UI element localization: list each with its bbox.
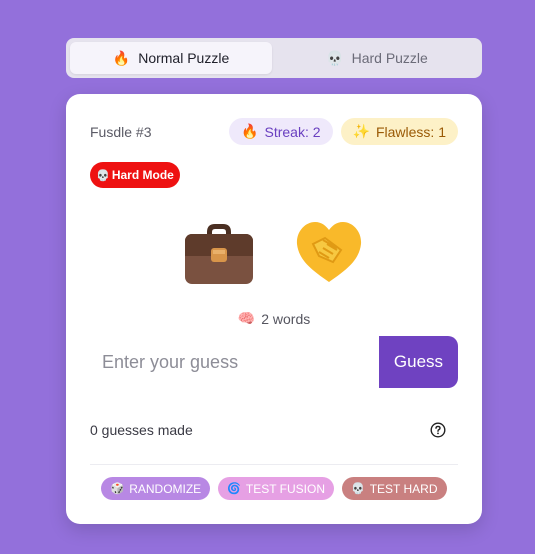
tab-label: Normal Puzzle [138, 50, 230, 66]
question-circle-icon[interactable] [430, 422, 446, 438]
brain-icon: 🧠 [237, 310, 256, 326]
skull-icon: 💀 [351, 483, 365, 495]
fire-icon: 🔥 [241, 123, 259, 139]
randomize-button[interactable]: 🎲 RANDOMIZE [101, 477, 211, 500]
puzzle-card: Fusdle #3 🔥 Streak: 2 ✨ Flawless: 1 💀 Ha… [66, 94, 482, 524]
test-fusion-label: TEST FUSION [245, 481, 326, 496]
word-count-hint: 🧠 2 words [66, 310, 482, 327]
test-fusion-button[interactable]: 🌀 TEST FUSION [218, 477, 335, 500]
guesses-made: 0 guesses made [90, 422, 193, 438]
randomize-label: RANDOMIZE [129, 481, 202, 496]
test-actions: 🎲 RANDOMIZE 🌀 TEST FUSION 💀 TEST HARD [66, 477, 482, 500]
cyclone-icon: 🌀 [227, 483, 241, 495]
skull-icon: 💀 [326, 50, 344, 66]
divider [90, 464, 458, 465]
dice-icon: 🎲 [110, 483, 125, 495]
emoji-clues [66, 218, 482, 286]
hint-label: 2 words [261, 310, 311, 327]
puzzle-mode-tabs: 🔥 Normal Puzzle 💀 Hard Puzzle [66, 38, 482, 78]
flawless-badge: ✨ Flawless: 1 [340, 118, 458, 145]
guess-button[interactable]: Guess [379, 336, 458, 388]
puzzle-title: Fusdle #3 [90, 124, 152, 140]
hard-mode-badge: 💀 Hard Mode [90, 162, 180, 188]
guess-input[interactable] [90, 336, 379, 388]
test-hard-button[interactable]: 💀 TEST HARD [342, 477, 447, 500]
streak-badge: 🔥 Streak: 2 [229, 118, 333, 145]
fire-icon: 🔥 [112, 50, 131, 66]
streak-label: Streak: 2 [264, 123, 321, 140]
skull-icon: 💀 [96, 169, 110, 182]
stats-badges: 🔥 Streak: 2 ✨ Flawless: 1 [229, 118, 458, 145]
sparkles-icon: ✨ [352, 123, 370, 139]
tab-label: Hard Puzzle [351, 50, 428, 66]
tab-hard-puzzle[interactable]: 💀 Hard Puzzle [276, 42, 478, 74]
guess-form: Guess [90, 336, 458, 388]
handshake-icon [296, 222, 362, 282]
flawless-label: Flawless: 1 [375, 123, 446, 140]
briefcase-icon [185, 224, 253, 284]
tab-normal-puzzle[interactable]: 🔥 Normal Puzzle [70, 42, 272, 74]
hard-mode-label: Hard Mode [111, 168, 174, 182]
test-hard-label: TEST HARD [369, 481, 438, 496]
